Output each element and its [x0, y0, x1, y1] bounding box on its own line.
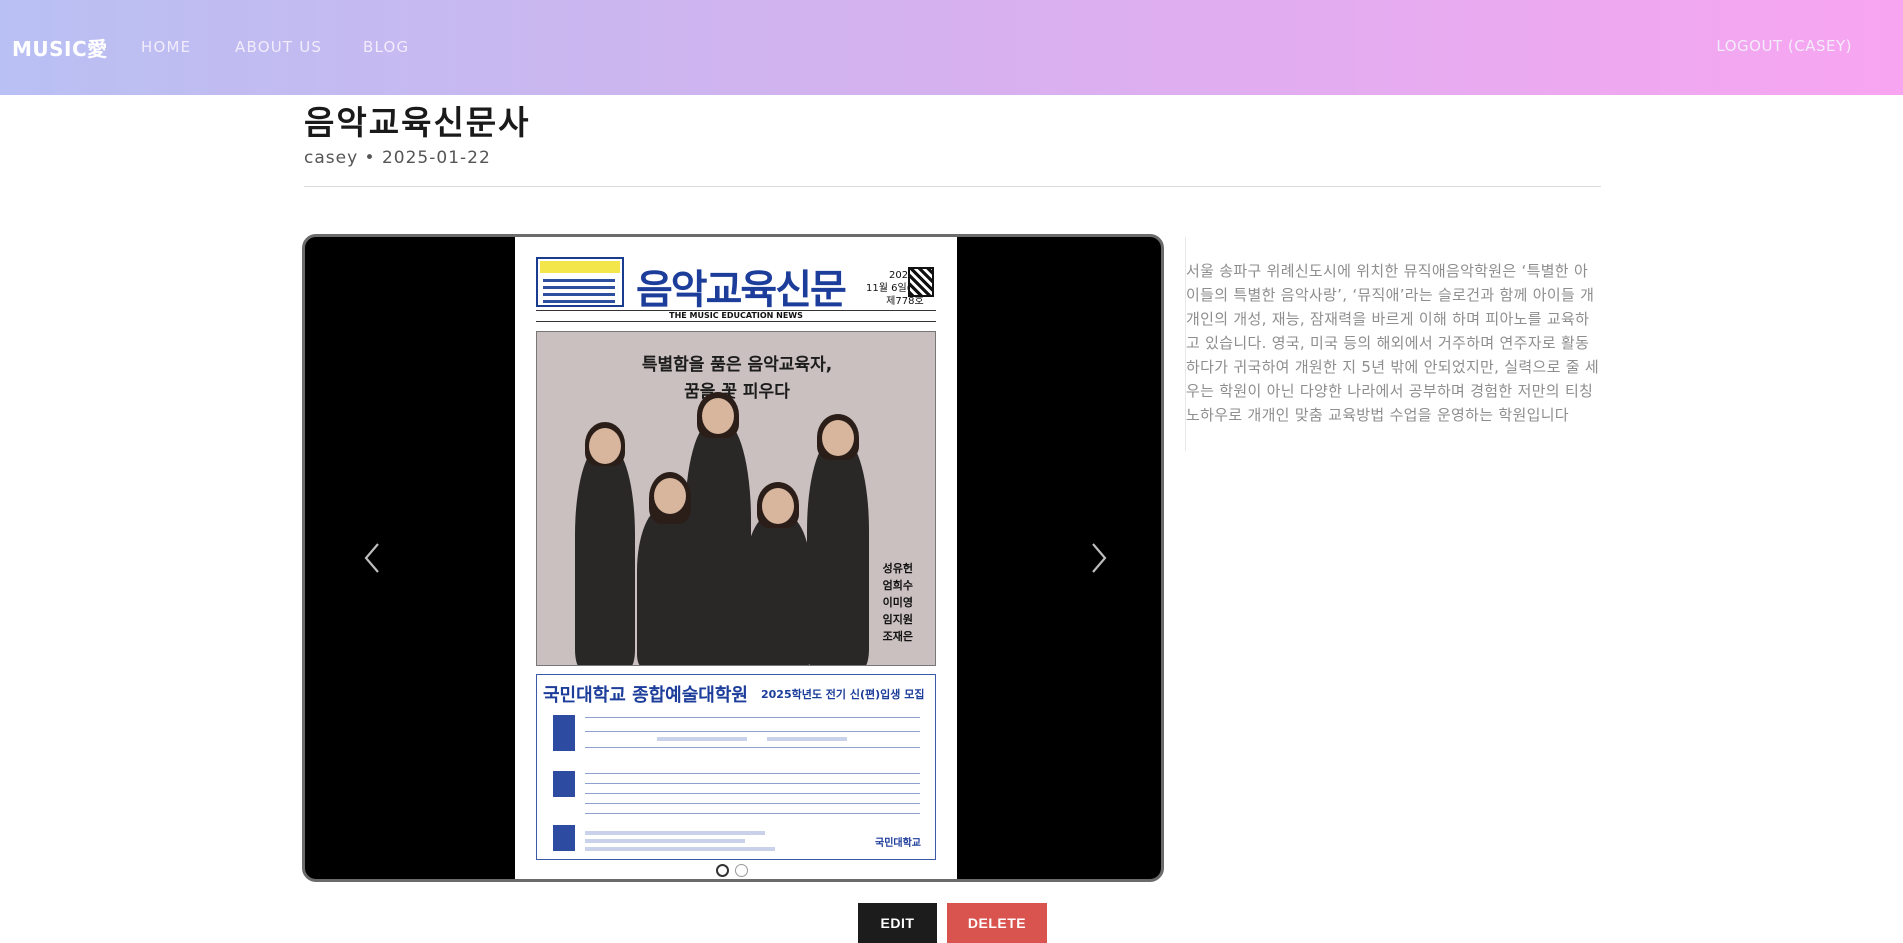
- top-navbar: MUSIC愛 HOME ABOUT US BLOG LOGOUT (CASEY): [0, 0, 1903, 95]
- ad-title: 국민대학교 종합예술대학원: [543, 685, 748, 706]
- title-divider: [304, 186, 1601, 187]
- edit-button[interactable]: EDIT: [858, 903, 937, 943]
- newspaper-name: 음악교육신문: [636, 266, 847, 313]
- university-advertisement: 국민대학교 종합예술대학원 2025학년도 전기 신(편)입생 모집 국민대학교: [536, 674, 936, 860]
- newspaper-headline: 특별함을 품은 음악교육자, 꿈을 꽃 피우다: [641, 355, 833, 402]
- carousel-dot-2[interactable]: [735, 864, 748, 877]
- logout-link[interactable]: LOGOUT (CASEY): [1716, 37, 1852, 55]
- qr-code-icon: [908, 267, 934, 297]
- post-body-text: 서울 송파구 위례신도시에 위치한 뮤직애음악학원은 ‘특별한 아이들의 특별한…: [1186, 262, 1600, 424]
- image-carousel[interactable]: 음악교육신문 2024년 11월 6일(수) 제778호 THE MUSIC E…: [302, 234, 1164, 882]
- nav-blog-link[interactable]: BLOG: [363, 38, 409, 56]
- ad-subtitle: 2025학년도 전기 신(편)입생 모집: [761, 688, 925, 701]
- brand-logo[interactable]: MUSIC愛: [12, 33, 108, 62]
- post-title: 음악교육신문사: [304, 103, 531, 142]
- nav-home-link[interactable]: HOME: [141, 38, 191, 56]
- university-logo: 국민대학교: [875, 838, 921, 849]
- carousel-slide-image: 음악교육신문 2024년 11월 6일(수) 제778호 THE MUSIC E…: [515, 237, 957, 879]
- nav-about-link[interactable]: ABOUT US: [235, 38, 322, 56]
- post-meta: casey • 2025-01-22: [304, 148, 491, 168]
- carousel-next-arrow-icon[interactable]: [1083, 540, 1113, 576]
- newspaper-names-list: 성유헌 엄희수 이미영 임지원 조재은: [882, 562, 913, 643]
- newspaper-header: 음악교육신문 2024년 11월 6일(수) 제778호: [536, 257, 936, 313]
- newspaper-subtitle: THE MUSIC EDUCATION NEWS: [536, 310, 936, 322]
- carousel-dot-1[interactable]: [716, 864, 729, 877]
- newspaper-cover-photo: 특별함을 품은 음악교육자, 꿈을 꽃 피우다 성유헌 엄희수 이미영 임지원 …: [536, 331, 936, 666]
- carousel-prev-arrow-icon[interactable]: [358, 540, 388, 576]
- newspaper-ad-box: [536, 257, 624, 307]
- delete-button[interactable]: DELETE: [947, 903, 1047, 943]
- post-body: 서울 송파구 위례신도시에 위치한 뮤직애음악학원은 ‘특별한 아이들의 특별한…: [1185, 237, 1601, 451]
